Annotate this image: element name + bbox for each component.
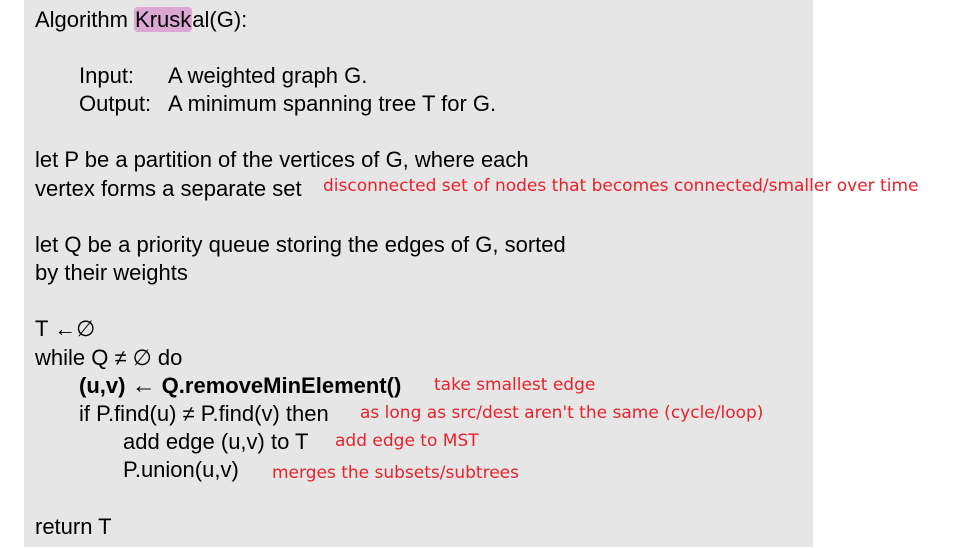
if-annotation: as long as src/dest aren't the same (cyc…	[360, 403, 764, 423]
remove-min-line: (u,v) ← Q.removeMinElement()	[79, 373, 401, 399]
if-line: if P.find(u) ≠ P.find(v) then	[79, 401, 329, 426]
union-annotation: merges the subsets/subtrees	[272, 463, 519, 483]
remove-call: Q.removeMinElement()	[155, 373, 402, 398]
remove-annotation: take smallest edge	[434, 375, 596, 395]
output-text: A minimum spanning tree T for G.	[168, 91, 497, 116]
partition-line-1: let P be a partition of the vertices of …	[35, 147, 529, 172]
partition-annotation: disconnected set of nodes that becomes c…	[323, 176, 919, 196]
header-suffix: al(G):	[192, 7, 248, 32]
algorithm-header: Algorithm Kruskal(G):	[35, 7, 247, 33]
highlighted-text: Krusk	[134, 7, 193, 32]
queue-line-1: let Q be a priority queue storing the ed…	[35, 232, 566, 257]
while-line: while Q ≠ ∅ do	[35, 345, 183, 370]
remove-edge-vars: (u,v)	[79, 373, 132, 398]
partition-line-2: vertex forms a separate set	[35, 176, 302, 201]
union-line: P.union(u,v)	[123, 457, 239, 482]
return-line: return T	[35, 514, 112, 539]
input-label: Input:	[79, 63, 135, 88]
assign-arrow-icon: ←	[131, 372, 156, 399]
t-init-line: T ←∅	[35, 316, 96, 341]
add-annotation: add edge to MST	[335, 431, 479, 451]
output-label: Output:	[79, 91, 152, 116]
queue-line-2: by their weights	[35, 260, 188, 285]
input-text: A weighted graph G.	[168, 63, 368, 88]
header-prefix: Algorithm	[35, 7, 135, 32]
add-edge-line: add edge (u,v) to T	[123, 429, 309, 454]
